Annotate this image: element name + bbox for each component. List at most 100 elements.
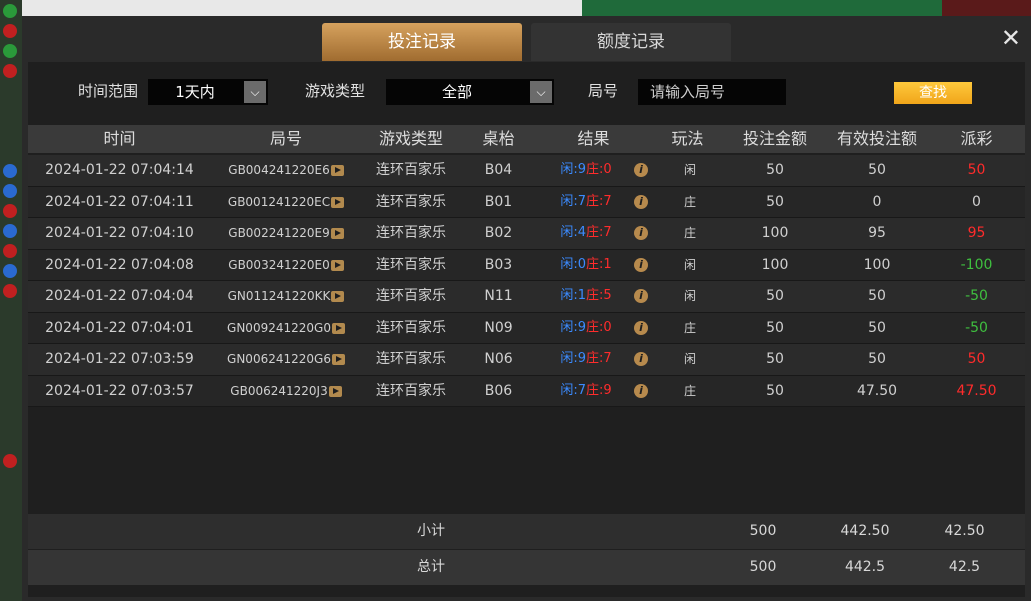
row-round: GN011241220KK — [211, 281, 361, 311]
background-roadmap — [0, 0, 22, 601]
row-result: 闲:0庄:1 — [536, 250, 636, 280]
play-video-icon[interactable] — [328, 385, 342, 397]
row-bet-amount: 100 — [761, 225, 789, 241]
row-result: 闲:4庄:7 — [536, 218, 636, 248]
total-payout: 42.5 — [948, 559, 981, 575]
header-payout: 派彩 — [960, 129, 993, 148]
info-icon[interactable]: i — [634, 320, 648, 335]
total-row: 总计 500 442.5 42.5 — [28, 550, 1025, 585]
round-label: 局号 — [588, 82, 619, 100]
row-info: i — [626, 187, 656, 217]
road-dot — [3, 224, 17, 238]
game-type-select[interactable]: 全部 ⌵ — [386, 79, 554, 105]
result-player-score: 9 — [577, 319, 586, 335]
row-round-id: GB006241220J3 — [230, 383, 328, 398]
row-round-id: GN009241220G0 — [227, 320, 331, 335]
play-video-icon[interactable] — [330, 259, 344, 271]
row-result: 闲:7庄:9 — [536, 376, 636, 406]
play-video-icon[interactable] — [331, 196, 345, 208]
result-banker-label: 庄 — [586, 351, 600, 366]
row-table: B02 — [484, 225, 513, 241]
play-video-icon[interactable] — [330, 228, 344, 239]
row-info: i — [626, 376, 656, 406]
row-bet-amount: 50 — [766, 382, 784, 399]
road-dot — [3, 164, 17, 178]
search-button[interactable]: 查找 — [894, 82, 972, 104]
tab-quota-record[interactable]: 额度记录 — [531, 23, 731, 61]
road-dot — [3, 244, 17, 258]
row-round: GB002241220E9 — [211, 218, 361, 248]
row-round-id: GB003241220E0 — [228, 257, 330, 272]
tab-bet-record[interactable]: 投注记录 — [322, 23, 522, 61]
row-play: 闲 — [683, 257, 696, 272]
result-player-score: 4 — [577, 225, 586, 240]
subtotal-label: 小计 — [417, 523, 445, 539]
round-input[interactable]: 请输入局号 — [638, 79, 786, 105]
road-dot — [3, 44, 17, 58]
info-icon[interactable]: i — [634, 352, 648, 366]
subtotal-amount: 500 — [749, 523, 777, 539]
road-dot — [3, 24, 17, 38]
row-round: GB006241220J3 — [211, 376, 361, 406]
result-banker-score: 9 — [603, 382, 612, 398]
table-row: 2024-01-22 07:04:01 GN009241220G0 连环百家乐 N09… — [28, 312, 1025, 344]
row-valid-bet: 47.50 — [856, 382, 898, 399]
result-player-label: 闲 — [560, 382, 574, 398]
time-range-select[interactable]: 1天内 ⌵ — [148, 79, 268, 105]
record-panel: 时间范围 1天内 ⌵ 游戏类型 全部 ⌵ 局号 请输入局号 查找 时间 局号 游… — [28, 62, 1025, 597]
table-row: 2024-01-22 07:04:04 GN011241220KK 连环百家乐 N11… — [28, 281, 1025, 313]
row-play: 庄 — [683, 194, 696, 209]
row-valid-bet: 50 — [868, 351, 886, 367]
row-payout: 50 — [967, 351, 986, 367]
total-amount: 500 — [749, 559, 777, 575]
row-round: GB001241220EC — [211, 187, 361, 217]
row-time: 2024-01-22 07:04:10 — [45, 225, 194, 241]
subtotal-valid: 442.50 — [840, 523, 890, 539]
row-table: B03 — [484, 256, 513, 273]
header-bet-amount: 投注金额 — [742, 129, 807, 148]
row-result: 闲:7庄:7 — [536, 187, 636, 217]
row-play: 庄 — [683, 383, 696, 398]
row-round-id: GB002241220E9 — [228, 226, 330, 240]
row-info: i — [626, 250, 656, 280]
row-round: GN009241220G0 — [211, 313, 361, 343]
result-player-score: 9 — [577, 162, 586, 177]
info-icon[interactable]: i — [634, 383, 648, 398]
row-table: N06 — [484, 351, 513, 367]
info-icon[interactable]: i — [634, 289, 648, 303]
play-video-icon[interactable] — [331, 354, 345, 365]
result-banker-label: 庄 — [586, 162, 600, 177]
result-banker-score: 7 — [603, 351, 612, 366]
info-icon[interactable]: i — [634, 257, 648, 272]
row-payout: 47.50 — [956, 382, 997, 399]
row-round-id: GN011241220KK — [227, 289, 331, 303]
subtotal-payout: 42.50 — [944, 523, 985, 539]
row-payout: -100 — [960, 256, 993, 273]
row-payout: -50 — [965, 288, 988, 304]
info-icon[interactable]: i — [634, 194, 648, 209]
row-game-type: 连环百家乐 — [376, 162, 446, 178]
play-video-icon[interactable] — [331, 322, 345, 334]
play-video-icon[interactable] — [331, 291, 345, 302]
total-valid: 442.5 — [844, 559, 886, 575]
row-valid-bet: 50 — [868, 288, 886, 304]
result-banker-label: 庄 — [586, 256, 600, 272]
road-dot — [3, 264, 17, 278]
play-video-icon[interactable] — [330, 165, 344, 176]
row-time: 2024-01-22 07:03:57 — [45, 382, 194, 399]
row-play: 闲 — [683, 289, 696, 303]
result-player-label: 闲 — [560, 193, 574, 209]
info-icon[interactable]: i — [634, 163, 648, 177]
background-banker-area — [942, 0, 1031, 16]
table-row: 2024-01-22 07:03:59 GN006241220G6 连环百家乐 N06… — [28, 344, 1025, 376]
chevron-down-icon[interactable]: ⌵ — [530, 81, 552, 103]
result-player-label: 闲 — [560, 256, 574, 272]
chevron-down-icon[interactable]: ⌵ — [244, 81, 266, 103]
close-icon[interactable]: ✕ — [1001, 26, 1021, 50]
result-banker-label: 庄 — [586, 225, 600, 240]
row-valid-bet: 50 — [868, 319, 886, 336]
result-player-label: 闲 — [560, 319, 574, 335]
row-valid-bet: 100 — [863, 256, 891, 273]
road-dot — [3, 64, 17, 78]
info-icon[interactable]: i — [634, 226, 648, 240]
